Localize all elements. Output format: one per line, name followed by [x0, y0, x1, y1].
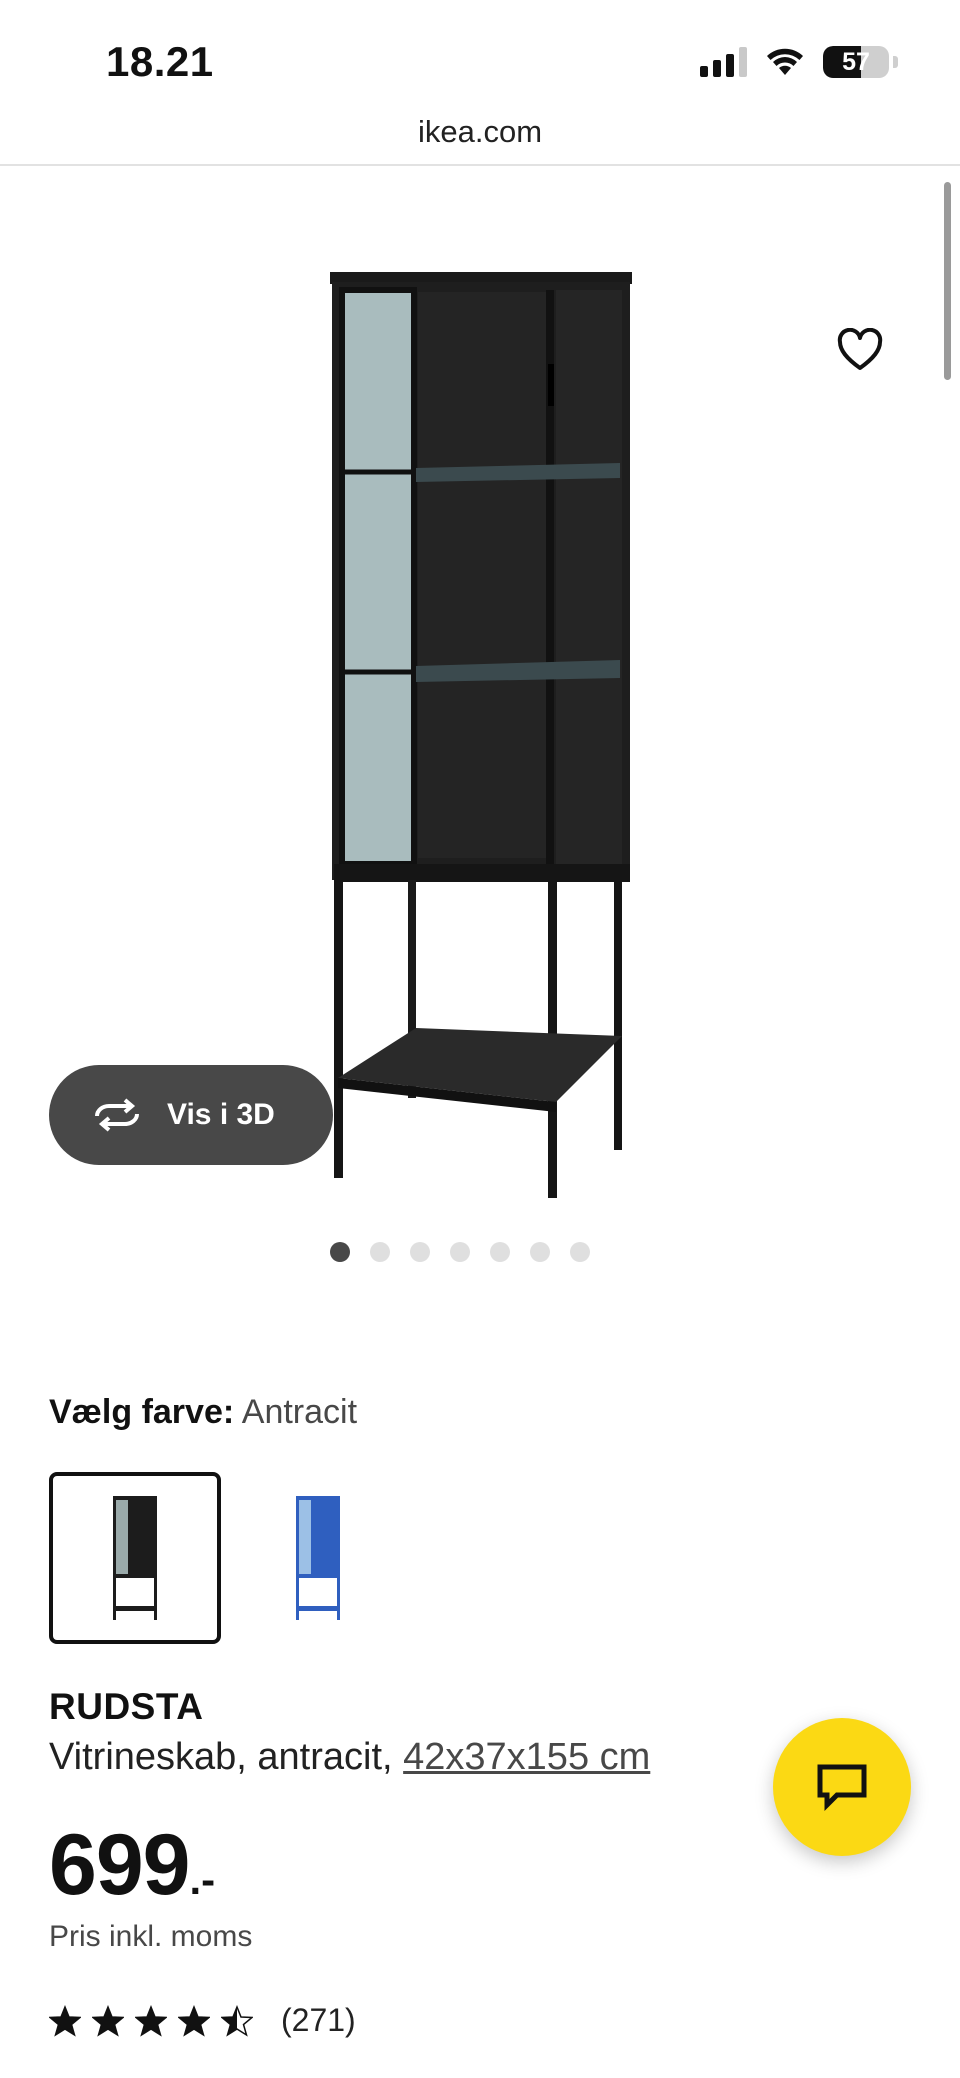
- product-description: Vitrineskab, antracit, 42x37x155 cm: [49, 1736, 650, 1779]
- product-price: 699 .-: [49, 1816, 215, 1915]
- color-swatch-antracit[interactable]: [49, 1472, 221, 1644]
- heart-icon: [837, 328, 883, 370]
- color-value: Antracit: [241, 1393, 358, 1431]
- status-time: 18.21: [106, 38, 214, 85]
- pagination-dot[interactable]: [570, 1242, 590, 1262]
- battery-percent: 57: [842, 48, 870, 76]
- star-full-icon: [92, 2004, 124, 2037]
- pagination-dot[interactable]: [450, 1242, 470, 1262]
- product-size-link[interactable]: 42x37x155 cm: [403, 1736, 650, 1778]
- url-text[interactable]: ikea.com: [418, 114, 542, 149]
- swatch-thumbnail-blue: [296, 1496, 340, 1620]
- pagination-dot[interactable]: [530, 1242, 550, 1262]
- chat-icon: [817, 1764, 867, 1812]
- scroll-indicator[interactable]: [944, 182, 951, 380]
- product-description-text: Vitrineskab, antracit,: [49, 1736, 404, 1778]
- color-swatch-blue[interactable]: [232, 1472, 404, 1644]
- star-full-icon: [178, 2004, 210, 2037]
- price-note: Pris inkl. moms: [49, 1920, 253, 1953]
- star-half-icon: [221, 2004, 253, 2037]
- battery-icon: 57: [823, 46, 889, 78]
- color-label: Vælg farve:: [49, 1393, 235, 1431]
- wifi-icon: [767, 48, 803, 75]
- product-image[interactable]: [320, 268, 640, 1198]
- pagination-dot[interactable]: [370, 1242, 390, 1262]
- pagination-dot[interactable]: [330, 1242, 350, 1262]
- view-3d-button[interactable]: Vis i 3D: [49, 1065, 333, 1165]
- product-name: RUDSTA: [49, 1686, 204, 1727]
- rating-summary[interactable]: (271): [49, 2002, 356, 2039]
- battery-nub: [893, 56, 898, 68]
- rotate-3d-icon: [95, 1098, 139, 1132]
- star-full-icon: [49, 2004, 81, 2037]
- color-selection-heading: Vælg farve: Antracit: [49, 1393, 357, 1432]
- rating-stars: [49, 2004, 253, 2037]
- cellular-signal-icon: [700, 47, 747, 77]
- pagination-dot[interactable]: [410, 1242, 430, 1262]
- status-bar: 18.21 57: [0, 0, 960, 110]
- image-pagination[interactable]: [0, 1242, 960, 1262]
- price-suffix: .-: [189, 1856, 216, 1903]
- pagination-dot[interactable]: [490, 1242, 510, 1262]
- swatch-thumbnail-antracit: [113, 1496, 157, 1620]
- price-value: 699: [49, 1817, 190, 1913]
- url-bar[interactable]: ikea.com: [0, 108, 960, 166]
- chat-button[interactable]: [773, 1718, 911, 1856]
- star-full-icon: [135, 2004, 167, 2037]
- review-count: (271): [281, 2002, 356, 2038]
- view-3d-label: Vis i 3D: [167, 1098, 275, 1131]
- status-icons: 57: [700, 44, 898, 80]
- favorite-button[interactable]: [832, 322, 888, 378]
